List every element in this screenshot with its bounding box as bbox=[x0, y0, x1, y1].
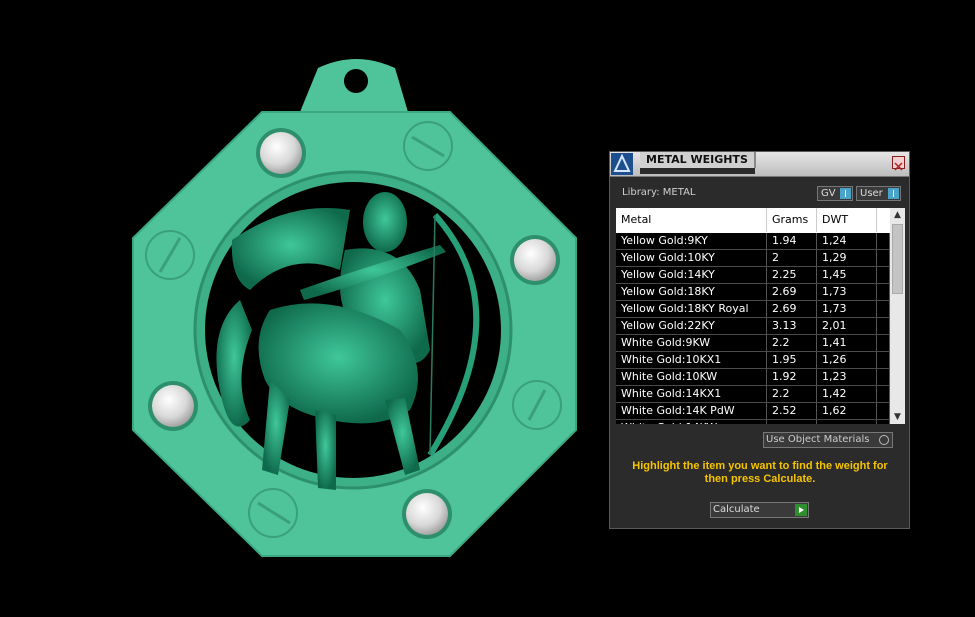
radio-icon bbox=[879, 435, 889, 445]
cell-spacer bbox=[877, 352, 890, 368]
metal-table: Metal Grams DWT Yellow Gold:9KY 1.94 1,24 Y… bbox=[616, 208, 905, 424]
use-object-materials-checkbox[interactable]: Use Object Materials bbox=[763, 432, 893, 448]
metal-weights-panel: METAL WEIGHTS Library: METAL GV User Met… bbox=[609, 151, 910, 529]
cell-dwt: 1,62 bbox=[817, 403, 877, 419]
instruction-text: Highlight the item you want to find the … bbox=[632, 460, 888, 485]
table-scrollbar[interactable]: ▲ ▼ bbox=[890, 208, 905, 424]
table-row[interactable]: Yellow Gold:22KY 3.13 2,01 bbox=[616, 318, 890, 335]
user-toggle-label: User bbox=[860, 188, 883, 199]
cell-grams: 3.13 bbox=[767, 318, 817, 334]
cell-spacer bbox=[877, 301, 890, 317]
table-header: Metal Grams DWT bbox=[616, 208, 890, 232]
cell-metal: Yellow Gold:10KY bbox=[616, 250, 767, 266]
table-row[interactable]: White Gold:14KW bbox=[616, 420, 890, 424]
table-row[interactable]: White Gold:10KW 1.92 1,23 bbox=[616, 369, 890, 386]
close-icon[interactable] bbox=[892, 156, 905, 171]
toggle-icon bbox=[840, 188, 851, 199]
cell-dwt: 1,24 bbox=[817, 233, 877, 249]
play-arrow-icon bbox=[795, 504, 807, 516]
calculate-button[interactable]: Calculate bbox=[710, 502, 809, 518]
title-strip bbox=[640, 168, 755, 174]
cell-grams: 1.94 bbox=[767, 233, 817, 249]
user-toggle[interactable]: User bbox=[856, 186, 901, 201]
cell-spacer bbox=[877, 335, 890, 351]
app-logo-icon bbox=[611, 153, 633, 175]
cell-grams: 2.69 bbox=[767, 284, 817, 300]
cell-metal: White Gold:14KX1 bbox=[616, 386, 767, 402]
cell-grams: 2.25 bbox=[767, 267, 817, 283]
cell-spacer bbox=[877, 267, 890, 283]
scroll-thumb[interactable] bbox=[892, 224, 903, 294]
panel-titlebar[interactable]: METAL WEIGHTS bbox=[610, 152, 909, 177]
cell-spacer bbox=[877, 369, 890, 385]
table-row[interactable]: Yellow Gold:14KY 2.25 1,45 bbox=[616, 267, 890, 284]
cell-metal: Yellow Gold:18KY Royal bbox=[616, 301, 767, 317]
column-header-grams[interactable]: Grams bbox=[767, 208, 817, 232]
cell-dwt bbox=[817, 420, 877, 424]
cell-grams: 2.2 bbox=[767, 335, 817, 351]
cell-dwt: 1,45 bbox=[817, 267, 877, 283]
table-row[interactable]: White Gold:14KX1 2.2 1,42 bbox=[616, 386, 890, 403]
table-row[interactable]: Yellow Gold:18KY Royal 2.69 1,73 bbox=[616, 301, 890, 318]
cell-spacer bbox=[877, 284, 890, 300]
gv-toggle[interactable]: GV bbox=[817, 186, 853, 201]
cell-metal: White Gold:14KW bbox=[616, 420, 767, 424]
cell-metal: White Gold:10KX1 bbox=[616, 352, 767, 368]
table-row[interactable]: Yellow Gold:18KY 2.69 1,73 bbox=[616, 284, 890, 301]
cell-dwt: 1,73 bbox=[817, 301, 877, 317]
cell-grams: 2.52 bbox=[767, 403, 817, 419]
column-header-dwt[interactable]: DWT bbox=[817, 208, 877, 232]
cell-metal: White Gold:10KW bbox=[616, 369, 767, 385]
cell-dwt: 1,41 bbox=[817, 335, 877, 351]
cell-metal: Yellow Gold:9KY bbox=[616, 233, 767, 249]
table-row[interactable]: Yellow Gold:9KY 1.94 1,24 bbox=[616, 233, 890, 250]
column-header-metal[interactable]: Metal bbox=[616, 208, 767, 232]
table-row[interactable]: Yellow Gold:10KY 2 1,29 bbox=[616, 250, 890, 267]
use-object-materials-label: Use Object Materials bbox=[766, 434, 870, 445]
table-row[interactable]: White Gold:9KW 2.2 1,41 bbox=[616, 335, 890, 352]
cell-spacer bbox=[877, 386, 890, 402]
cell-spacer bbox=[877, 233, 890, 249]
scroll-up-icon[interactable]: ▲ bbox=[890, 208, 905, 222]
toggle-icon bbox=[888, 188, 899, 199]
cell-spacer bbox=[877, 250, 890, 266]
cell-grams: 1.95 bbox=[767, 352, 817, 368]
calculate-label: Calculate bbox=[713, 504, 760, 515]
cell-dwt: 1,73 bbox=[817, 284, 877, 300]
table-body: Yellow Gold:9KY 1.94 1,24 Yellow Gold:10KY 2… bbox=[616, 233, 890, 424]
table-row[interactable]: White Gold:10KX1 1.95 1,26 bbox=[616, 352, 890, 369]
cell-metal: White Gold:14K PdW bbox=[616, 403, 767, 419]
cell-dwt: 1,23 bbox=[817, 369, 877, 385]
cell-spacer bbox=[877, 403, 890, 419]
pendant-model[interactable] bbox=[0, 0, 600, 613]
cell-metal: Yellow Gold:14KY bbox=[616, 267, 767, 283]
cell-grams bbox=[767, 420, 817, 424]
cell-metal: White Gold:9KW bbox=[616, 335, 767, 351]
3d-viewport[interactable] bbox=[0, 0, 600, 613]
cell-grams: 1.92 bbox=[767, 369, 817, 385]
cell-grams: 2 bbox=[767, 250, 817, 266]
cell-dwt: 2,01 bbox=[817, 318, 877, 334]
gv-toggle-label: GV bbox=[821, 188, 836, 199]
pendant-bail bbox=[300, 59, 408, 112]
cell-dwt: 1,29 bbox=[817, 250, 877, 266]
table-row[interactable]: White Gold:14K PdW 2.52 1,62 bbox=[616, 403, 890, 420]
cell-metal: Yellow Gold:18KY bbox=[616, 284, 767, 300]
cell-spacer bbox=[877, 318, 890, 334]
cell-dwt: 1,26 bbox=[817, 352, 877, 368]
cell-dwt: 1,42 bbox=[817, 386, 877, 402]
scroll-down-icon[interactable]: ▼ bbox=[890, 410, 905, 424]
library-label: Library: METAL bbox=[622, 187, 696, 198]
cell-grams: 2.69 bbox=[767, 301, 817, 317]
panel-title: METAL WEIGHTS bbox=[640, 152, 756, 168]
cell-spacer bbox=[877, 420, 890, 424]
cell-metal: Yellow Gold:22KY bbox=[616, 318, 767, 334]
cell-grams: 2.2 bbox=[767, 386, 817, 402]
